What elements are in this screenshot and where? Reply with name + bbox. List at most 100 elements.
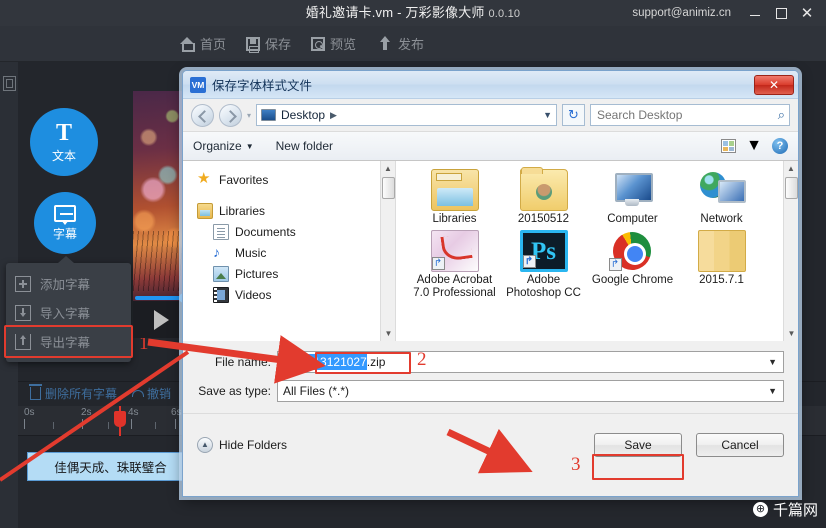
file-name-dropdown-icon[interactable]: ▼ [768,357,781,367]
file-list-scrollbar[interactable]: ▲ ▼ [783,161,798,341]
address-path: Desktop [281,108,326,122]
text-tool-button[interactable]: T 文本 [30,108,98,176]
toolbar-save[interactable]: 保存 [246,34,291,53]
minimize-icon[interactable] [742,0,768,26]
menu-item-export-subtitle[interactable]: 导出字幕 [6,327,131,356]
nav-item-favorites[interactable]: ★ Favorites [183,169,395,190]
ruler-label-0s: 0s [24,407,35,418]
footer-buttons: Save Cancel [594,432,784,457]
save-as-type-dropdown-icon[interactable]: ▼ [768,386,781,396]
folder-icon [697,230,746,272]
save-as-type-select[interactable]: All Files (*.*) ▼ [277,379,784,402]
search-box[interactable]: ⌕ [590,104,790,126]
photoshop-icon: Ps ↱ [519,230,568,272]
file-item[interactable]: ↱ Adobe Acrobat 7.0 Professional [410,230,499,300]
maximize-icon[interactable] [768,0,794,26]
libraries-folder-icon [430,169,479,211]
new-folder-button[interactable]: New folder [276,139,333,153]
save-as-type-label: Save as type: [198,383,271,398]
file-item[interactable]: Libraries [410,169,499,226]
dialog-body: ★ Favorites Libraries Documents ♪ Music [183,161,798,341]
breadcrumb-separator-icon: ▶ [330,109,337,120]
dialog-fields: File name: 2018413121027 .zip ▼ Save as … [183,341,798,413]
subtitle-clip[interactable]: 佳偶天成、珠联璧合 [27,452,194,481]
dialog-close-button[interactable]: ✕ [754,74,794,95]
scroll-down-icon[interactable]: ▼ [784,326,798,341]
delete-all-subtitles-button[interactable]: 删除所有字幕 [29,384,117,402]
preview-stage[interactable] [133,91,189,338]
file-item[interactable]: 20150512 [499,167,588,226]
cancel-button[interactable]: Cancel [696,432,784,457]
nav-item-pictures-label: Pictures [235,266,279,281]
file-item[interactable]: Computer [588,169,677,226]
file-item[interactable]: Ps ↱ Adobe Photoshop CC [499,230,588,300]
panel-toggle-icon[interactable] [3,76,16,91]
preview-icon [311,37,326,51]
back-button[interactable] [191,103,214,127]
export-icon [15,333,31,350]
file-item-label: Network [700,213,743,225]
preview-streaks [133,231,189,291]
toolbar-publish[interactable]: 发布 [376,34,424,53]
search-input[interactable] [595,107,778,123]
navigation-pane: ★ Favorites Libraries Documents ♪ Music [183,161,396,341]
shortcut-arrow-icon: ↱ [608,258,622,271]
file-name-input[interactable]: 2018413121027 .zip ▼ [277,350,784,373]
new-folder-label: New folder [275,139,333,153]
close-icon[interactable]: ✕ [794,0,820,26]
menu-item-import-subtitle[interactable]: 导入字幕 [6,298,131,327]
nav-item-music[interactable]: ♪ Music [183,242,395,263]
file-item[interactable]: 2015.7.1 [677,230,766,300]
watermark: ⊕ 千篇网 [752,499,818,520]
nav-item-pictures[interactable]: Pictures [183,263,395,284]
menu-item-add-subtitle[interactable]: 添加字幕 [6,269,131,298]
text-tool-label: 文本 [51,148,76,163]
dialog-title: 保存字体样式文件 [212,79,313,93]
pictures-icon [213,265,229,282]
file-item[interactable]: Network [677,169,766,226]
forward-button[interactable] [219,103,242,127]
dialog-title-bar: VM 保存字体样式文件 ✕ [183,71,798,99]
scroll-down-icon[interactable]: ▼ [381,326,396,341]
help-icon[interactable]: ? [772,138,788,154]
menu-item-export-subtitle-label: 导出字幕 [40,336,91,350]
toolbar-preview-label: 预览 [330,37,357,52]
preview-progress-bar[interactable] [135,293,189,303]
save-as-type-value: All Files (*.*) [283,383,350,398]
organize-button[interactable]: Organize ▼ [193,139,254,153]
refresh-button[interactable]: ↻ [562,104,585,126]
undo-button[interactable]: 撤销 [130,385,171,402]
toolbar-preview[interactable]: 预览 [311,34,356,53]
toolbar-home[interactable]: 首页 [178,34,226,53]
organize-label: Organize [193,139,242,153]
recent-locations-icon[interactable]: ▾ [247,111,251,120]
scrollbar-thumb[interactable] [785,177,798,199]
change-view-icon[interactable] [721,139,737,153]
nav-item-favorites-label: Favorites [219,172,269,187]
text-tool-glyph: T [55,119,72,146]
subtitle-tool-button[interactable]: 字幕 [34,192,96,254]
chevron-down-icon: ▼ [245,141,254,151]
window-controls: ✕ [742,0,820,26]
file-item[interactable]: ↱ Google Chrome [588,230,677,300]
scroll-up-icon[interactable]: ▲ [784,161,798,176]
play-icon[interactable] [154,310,169,330]
nav-pane-scrollbar[interactable]: ▲ ▼ [380,161,395,341]
playhead-handle[interactable] [114,411,126,427]
address-dropdown-icon[interactable]: ▼ [543,110,552,120]
save-button[interactable]: Save [594,432,682,457]
nav-item-videos[interactable]: Videos [183,284,395,305]
nav-item-documents[interactable]: Documents [183,221,395,242]
subtitle-icon [54,204,76,225]
file-item-label: Adobe Photoshop CC [506,274,581,299]
address-breadcrumb[interactable]: Desktop ▶ ▼ [256,104,557,126]
scroll-up-icon[interactable]: ▲ [381,161,395,176]
vm-logo-icon: VM [190,76,206,93]
scrollbar-thumb[interactable] [382,177,395,199]
watermark-icon: ⊕ [752,502,768,517]
hide-folders-button[interactable]: ▲ Hide Folders [197,436,287,453]
collapse-icon: ▲ [197,436,213,453]
app-title-bar: 婚礼邀请卡.vm - 万彩影像大师 0.0.10 support@animiz.… [0,0,826,26]
nav-item-libraries[interactable]: Libraries [183,200,395,221]
view-chevron-down-icon[interactable]: ▼ [746,137,762,155]
